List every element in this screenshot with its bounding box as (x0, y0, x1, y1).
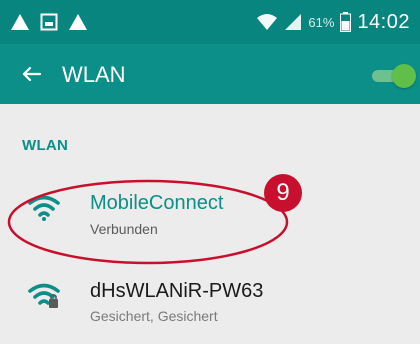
network-status: Gesichert, Gesichert (90, 308, 218, 324)
cell-signal-icon (285, 14, 302, 30)
battery-icon (340, 12, 352, 32)
network-item-mobileconnect[interactable]: MobileConnect Verbunden (0, 184, 420, 254)
toggle-thumb[interactable] (392, 64, 416, 88)
wlan-settings-content: WLAN MobileConnect Verbunden dHsWLANiR-P… (0, 104, 420, 324)
app-bar: WLAN (0, 44, 420, 104)
wifi-icon (28, 195, 60, 221)
back-button[interactable] (16, 58, 48, 90)
section-header: WLAN (22, 137, 69, 154)
step-number-badge: 9 (264, 174, 302, 212)
network-name: dHsWLANiR-PW63 (90, 280, 264, 302)
network-item-dhswlanir-pw63[interactable]: dHsWLANiR-PW63 Gesichert, Gesichert (0, 274, 420, 344)
alert-triangle-icon (11, 14, 29, 30)
wifi-signal-icon (257, 14, 278, 30)
notification-icons (10, 10, 88, 34)
image-icon (40, 13, 58, 31)
system-status: 61% 14:02 (256, 9, 410, 35)
wifi-lock-icon (28, 283, 60, 308)
clock: 14:02 (357, 10, 410, 33)
page-title: WLAN (62, 62, 126, 87)
battery-percent: 61% (308, 14, 335, 30)
network-name: MobileConnect (90, 192, 224, 214)
arrow-left-icon (22, 66, 42, 82)
alert-triangle-icon (69, 14, 87, 30)
status-bar: 61% 14:02 (0, 0, 420, 44)
network-status: Verbunden (90, 221, 158, 237)
wlan-toggle[interactable] (372, 62, 416, 88)
